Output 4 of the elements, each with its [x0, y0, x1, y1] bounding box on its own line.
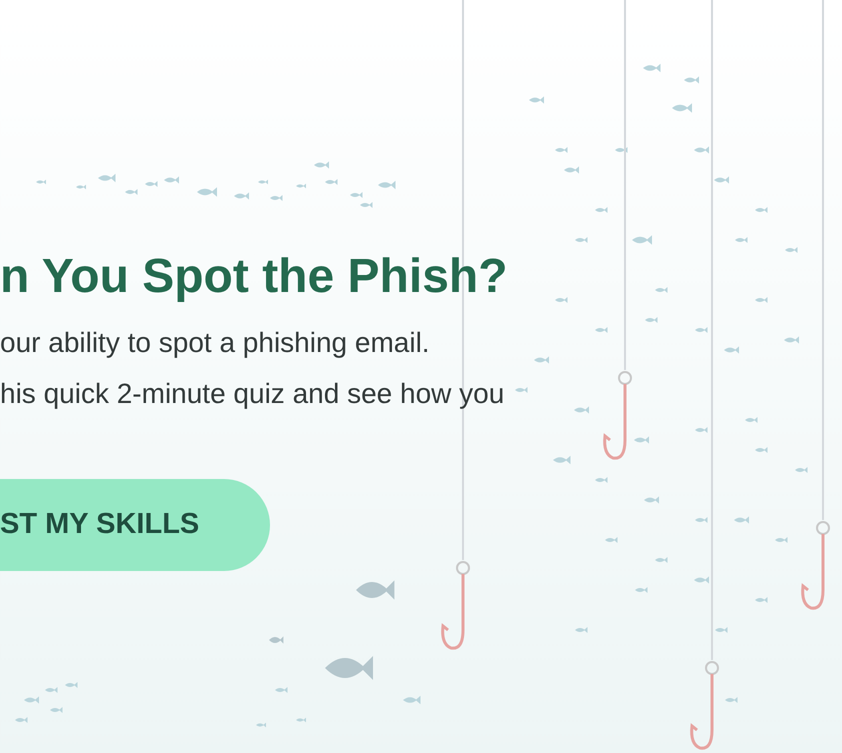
hero-description: our ability to spot a phishing email. [0, 326, 431, 360]
hero-description: his quick 2-minute quiz and see how you [0, 377, 506, 411]
hero-title: n You Spot the Phish? [0, 249, 509, 305]
test-skills-button[interactable]: ST MY SKILLS [0, 479, 270, 571]
